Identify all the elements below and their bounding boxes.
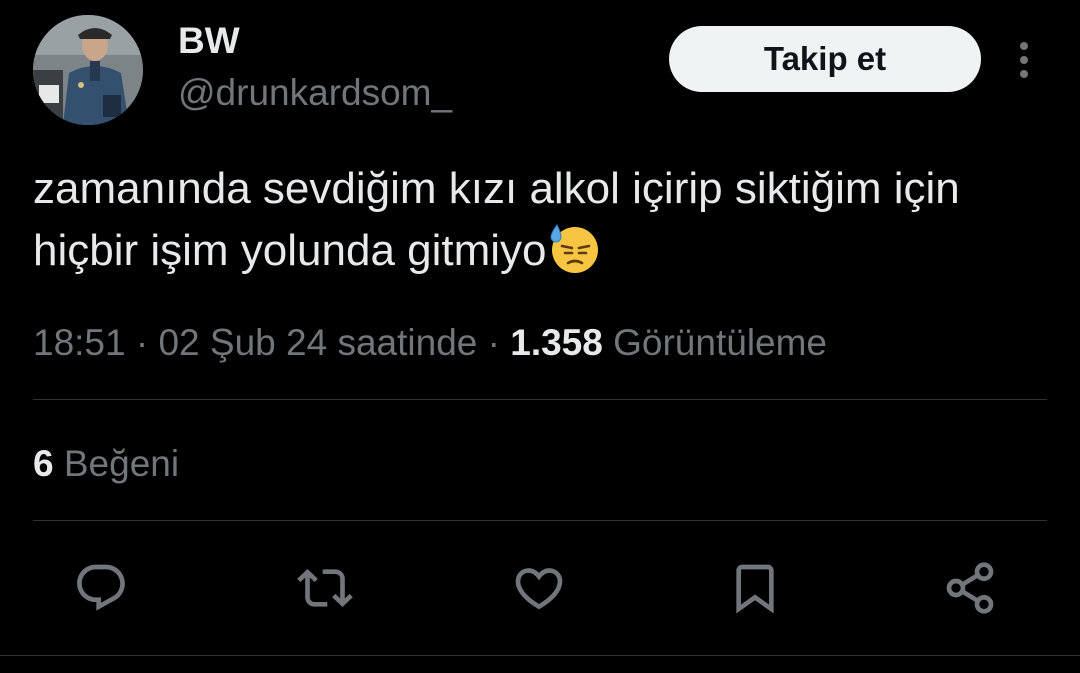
bottom-divider bbox=[0, 655, 1080, 656]
avatar[interactable] bbox=[33, 15, 143, 125]
views-label: Görüntüleme bbox=[613, 322, 828, 363]
user-handle[interactable]: @drunkardsom_ bbox=[178, 72, 452, 114]
bookmark-button[interactable] bbox=[727, 560, 783, 616]
retweet-button[interactable] bbox=[297, 560, 353, 616]
avatar-photo bbox=[33, 15, 143, 125]
share-icon bbox=[946, 562, 994, 614]
tweet-date[interactable]: 02 Şub 24 saatinde bbox=[158, 322, 477, 363]
tweet-time[interactable]: 18:51 bbox=[33, 322, 126, 363]
heart-icon bbox=[515, 568, 563, 610]
share-button[interactable] bbox=[942, 560, 998, 616]
likes-stat[interactable]: 6 Beğeni bbox=[33, 441, 179, 487]
display-name[interactable]: BW bbox=[178, 20, 240, 62]
tweet-text: zamanında sevdiğim kızı alkol içirip sik… bbox=[33, 158, 1043, 282]
divider bbox=[33, 520, 1047, 521]
follow-button[interactable]: Takip et bbox=[669, 26, 981, 92]
more-options-icon[interactable] bbox=[1008, 40, 1040, 80]
divider bbox=[33, 399, 1047, 400]
downcast-face-with-sweat-icon bbox=[547, 221, 601, 275]
tweet-text-content: zamanında sevdiğim kızı alkol içirip sik… bbox=[33, 164, 960, 275]
meta-separator: · bbox=[135, 322, 149, 363]
tweet-detail: BW @drunkardsom_ Takip et zamanında sevd… bbox=[0, 0, 1080, 673]
reply-icon bbox=[77, 564, 125, 611]
views-count: 1.358 bbox=[510, 322, 603, 363]
likes-label: Beğeni bbox=[63, 443, 180, 484]
bookmark-icon bbox=[736, 564, 774, 614]
tweet-meta: 18:51 · 02 Şub 24 saatinde · 1.358 Görün… bbox=[33, 320, 827, 366]
like-button[interactable] bbox=[511, 560, 567, 616]
likes-count: 6 bbox=[33, 443, 54, 484]
reply-button[interactable] bbox=[73, 560, 129, 616]
meta-separator: · bbox=[487, 322, 500, 363]
retweet-icon bbox=[297, 569, 353, 607]
